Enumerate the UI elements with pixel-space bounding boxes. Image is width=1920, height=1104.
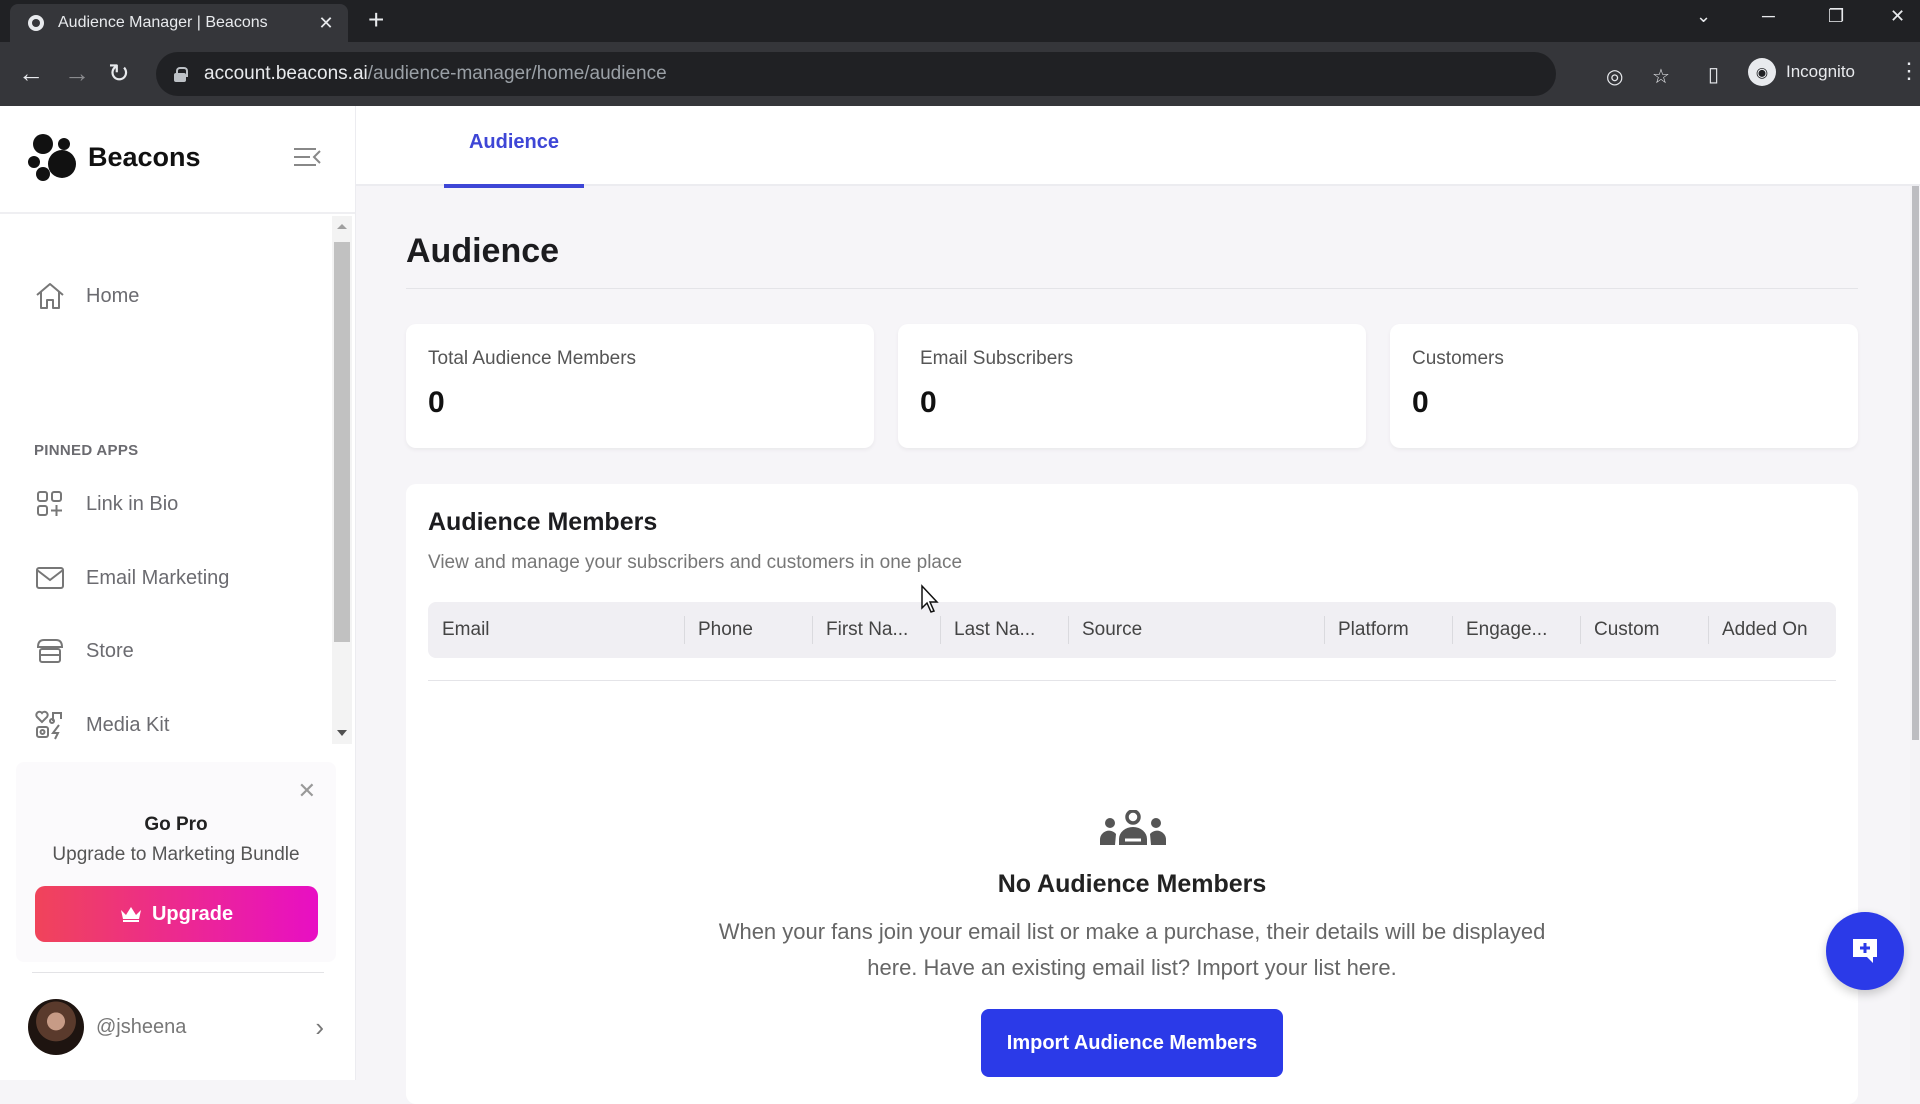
sidebar-nav: Home PINNED APPS Link in Bio Email Marke…: [0, 214, 355, 744]
bookmark-star-icon[interactable]: ☆: [1652, 64, 1670, 89]
minimize-icon[interactable]: ─: [1762, 6, 1775, 27]
brand[interactable]: Beacons: [28, 134, 201, 181]
column-header-added-on[interactable]: Added On: [1708, 602, 1836, 658]
sidebar-item-label: Email Marketing: [86, 566, 230, 589]
empty-state-description: When your fans join your email list or m…: [718, 919, 1546, 980]
stat-card-total-audience: Total Audience Members 0: [406, 324, 874, 448]
user-divider: [32, 972, 324, 973]
import-audience-members-button[interactable]: Import Audience Members: [981, 1009, 1283, 1077]
chat-support-button[interactable]: [1826, 912, 1904, 990]
stat-value: 0: [920, 386, 937, 419]
collapse-sidebar-button[interactable]: [294, 146, 322, 168]
scroll-up-icon[interactable]: [337, 224, 347, 229]
column-header-engagement[interactable]: Engage...: [1452, 602, 1580, 658]
group-people-icon: [1099, 810, 1167, 845]
sidebar-item-label: Home: [86, 284, 140, 307]
sidebar-scrollbar[interactable]: [332, 216, 352, 744]
column-header-email[interactable]: Email: [428, 602, 684, 658]
mouse-cursor-icon: [921, 584, 939, 613]
tab-search-icon[interactable]: ⌄: [1696, 6, 1711, 27]
tab-audience[interactable]: Audience: [444, 106, 584, 188]
column-header-custom[interactable]: Custom: [1580, 602, 1708, 658]
stat-value: 0: [428, 386, 445, 419]
eye-off-icon[interactable]: ◎: [1606, 64, 1623, 89]
audience-members-card: Audience Members View and manage your su…: [406, 484, 1858, 1104]
sidebar-item-label: Media Kit: [86, 713, 170, 736]
incognito-icon: ◉: [1748, 58, 1776, 86]
page-title: Audience: [406, 232, 560, 270]
avatar: [28, 999, 84, 1055]
reload-icon[interactable]: ↻: [108, 60, 130, 86]
beacons-logo-icon: [28, 134, 78, 181]
empty-state-title: No Audience Members: [997, 870, 1267, 898]
table-header: Email Phone First Na... Last Na... Sourc…: [428, 602, 1836, 658]
page-scroll-thumb[interactable]: [1912, 186, 1919, 740]
close-window-icon[interactable]: ✕: [1890, 6, 1905, 27]
browser-menu-icon[interactable]: ⋮: [1898, 58, 1920, 84]
crown-icon: [120, 907, 141, 922]
stat-card-customers: Customers 0: [1390, 324, 1858, 448]
incognito-label: Incognito: [1786, 62, 1855, 81]
upgrade-label: Upgrade: [151, 902, 234, 925]
new-tab-button[interactable]: +: [368, 6, 384, 34]
stat-label: Email Subscribers: [920, 348, 1074, 369]
sidebar-item-store[interactable]: Store: [34, 631, 134, 671]
pinned-apps-heading: PINNED APPS: [34, 442, 139, 459]
browser-tabstrip: Audience Manager | Beacons ✕ + ⌄ ─ ❐ ✕: [0, 0, 1920, 42]
sidebar-item-label: Store: [86, 639, 134, 662]
forward-icon[interactable]: →: [64, 60, 90, 86]
lock-icon: [174, 67, 188, 82]
browser-toolbar: ← → ↻ account.beacons.ai /audience-manag…: [0, 42, 1920, 106]
envelope-icon: [34, 562, 66, 594]
back-icon[interactable]: ←: [18, 60, 44, 86]
promo-subtitle: Upgrade to Marketing Bundle: [52, 844, 300, 865]
sidebar-item-label: Link in Bio: [86, 492, 179, 515]
chat-plus-icon: [1853, 939, 1877, 963]
sidebar-item-home[interactable]: Home: [34, 276, 139, 316]
url-host: account.beacons.ai: [204, 63, 368, 84]
close-tab-icon[interactable]: ✕: [316, 13, 336, 34]
top-nav: Audience: [356, 106, 1920, 188]
upgrade-button[interactable]: Upgrade: [35, 886, 318, 942]
incognito-profile-button[interactable]: ◉ Incognito: [1748, 54, 1855, 90]
url-path: /audience-manager/home/audience: [367, 63, 667, 84]
title-divider: [406, 288, 1858, 289]
section-title: Audience Members: [428, 508, 658, 536]
column-header-last-name[interactable]: Last Na...: [940, 602, 1068, 658]
brand-name: Beacons: [88, 141, 201, 172]
table-divider: [428, 680, 1836, 681]
scroll-down-icon[interactable]: [337, 730, 347, 736]
chevron-right-icon: ›: [315, 1011, 324, 1042]
home-icon: [34, 280, 66, 312]
close-promo-icon[interactable]: ✕: [298, 778, 316, 804]
sidebar-item-media-kit[interactable]: Media Kit: [34, 705, 169, 744]
go-pro-promo: ✕ Go Pro Upgrade to Marketing Bundle Upg…: [16, 762, 336, 962]
stat-label: Customers: [1412, 348, 1504, 369]
section-subtitle: View and manage your subscribers and cus…: [428, 552, 963, 573]
user-handle: @jsheena: [96, 1015, 187, 1038]
promo-title: Go Pro: [144, 814, 208, 835]
stat-card-email-subscribers: Email Subscribers 0: [898, 324, 1366, 448]
column-header-phone[interactable]: Phone: [684, 602, 812, 658]
media-kit-icon: [34, 709, 66, 741]
link-in-bio-icon: [34, 488, 66, 520]
storefront-icon: [34, 635, 66, 667]
sidebar-scroll-thumb[interactable]: [334, 242, 350, 642]
stat-label: Total Audience Members: [428, 348, 637, 369]
column-header-source[interactable]: Source: [1068, 602, 1324, 658]
address-bar[interactable]: account.beacons.ai /audience-manager/hom…: [156, 52, 1670, 96]
page-scrollbar[interactable]: [1910, 186, 1920, 1080]
user-profile-row[interactable]: @jsheena ›: [28, 997, 324, 1057]
browser-tab[interactable]: Audience Manager | Beacons ✕: [10, 4, 348, 42]
beacons-favicon-icon: [28, 15, 44, 31]
sidebar: Beacons Home PINNED APPS Link in Bio Ema…: [0, 106, 356, 1080]
restore-icon[interactable]: ❐: [1828, 6, 1844, 27]
sidebar-item-email-marketing[interactable]: Email Marketing: [34, 558, 229, 598]
stat-value: 0: [1412, 386, 1429, 419]
tab-title: Audience Manager | Beacons: [58, 14, 268, 31]
column-header-platform[interactable]: Platform: [1324, 602, 1452, 658]
side-panel-icon[interactable]: ▯: [1708, 62, 1719, 87]
sidebar-item-link-in-bio[interactable]: Link in Bio: [34, 484, 178, 524]
